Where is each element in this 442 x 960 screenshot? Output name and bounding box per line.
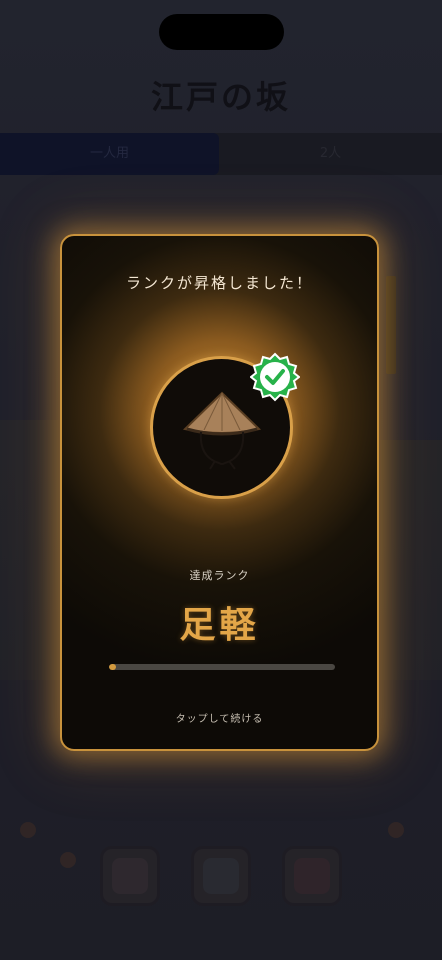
check-badge-icon	[250, 352, 300, 402]
rank-progress-bar	[109, 664, 335, 670]
rank-name: 足軽	[179, 604, 260, 646]
modal-title: ランクが昇格しました！	[125, 274, 313, 292]
achieved-rank-label: 達成ランク	[189, 569, 250, 582]
rank-up-modal[interactable]: ランクが昇格しました！ 達成ランク 足軽 タップして続ける	[60, 234, 379, 751]
device-notch	[159, 14, 284, 50]
tap-to-continue-hint[interactable]: タップして続ける	[62, 710, 377, 725]
rank-progress-fill	[109, 664, 116, 670]
